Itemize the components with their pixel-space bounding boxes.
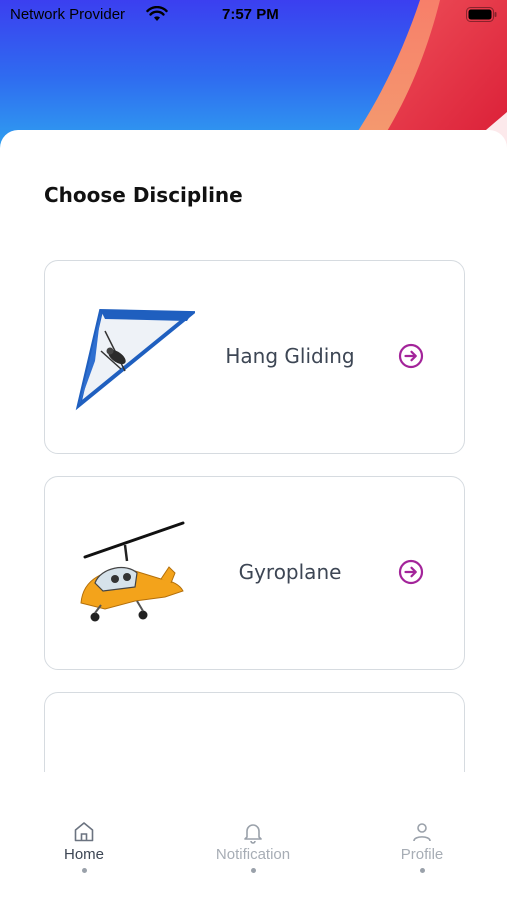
nav-indicator-dot bbox=[250, 868, 256, 873]
gyroplane-image bbox=[80, 521, 185, 622]
nav-item-notification[interactable]: Notification bbox=[193, 820, 313, 873]
discipline-card-gyroplane[interactable]: Gyroplane bbox=[44, 476, 465, 670]
nav-item-home[interactable]: Home bbox=[24, 820, 144, 873]
discipline-label: Hang Gliding bbox=[225, 344, 355, 368]
user-icon bbox=[413, 823, 431, 842]
status-bar: Network Provider 7:57 PM bbox=[0, 0, 507, 32]
arrow-right-circle-icon[interactable] bbox=[398, 343, 424, 369]
aircraft-image bbox=[65, 733, 195, 772]
nav-label: Notification bbox=[215, 846, 291, 863]
carrier-label: Network Provider bbox=[10, 6, 126, 23]
status-time: 7:57 PM bbox=[222, 6, 279, 23]
bottom-navigation: Home Notification Profile bbox=[0, 800, 507, 900]
home-icon bbox=[74, 822, 94, 842]
nav-indicator-dot bbox=[81, 868, 87, 873]
nav-label: Profile bbox=[400, 846, 444, 863]
nav-label: Home bbox=[63, 846, 104, 863]
arrow-right-circle-icon[interactable] bbox=[398, 559, 424, 585]
discipline-list[interactable]: Hang Gliding Gyroplane bbox=[0, 240, 507, 772]
page-title: Choose Discipline bbox=[44, 183, 243, 207]
bell-icon bbox=[244, 824, 262, 844]
battery-icon bbox=[466, 7, 497, 22]
nav-item-profile[interactable]: Profile bbox=[362, 820, 482, 873]
discipline-card-hang-gliding[interactable]: Hang Gliding bbox=[44, 260, 465, 454]
wifi-icon bbox=[146, 6, 168, 21]
discipline-label: Gyroplane bbox=[238, 560, 342, 584]
discipline-card-third[interactable] bbox=[44, 692, 465, 772]
nav-indicator-dot bbox=[419, 868, 425, 873]
hang-glider-image bbox=[75, 308, 195, 411]
